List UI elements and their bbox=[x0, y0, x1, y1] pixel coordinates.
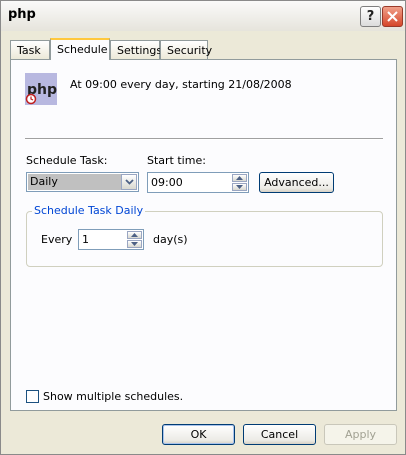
schedule-task-daily-group: Schedule Task Daily Every 1 day(s) bbox=[26, 204, 383, 267]
apply-button[interactable]: Apply bbox=[324, 424, 397, 445]
help-button[interactable]: ? bbox=[360, 6, 381, 27]
tab-settings[interactable]: Settings bbox=[110, 40, 162, 59]
cancel-button[interactable]: Cancel bbox=[243, 424, 316, 445]
tab-task[interactable]: Task bbox=[10, 40, 50, 59]
php-app-icon: php bbox=[25, 73, 57, 105]
schedule-task-select[interactable]: Daily bbox=[26, 172, 139, 192]
schedule-task-value: Daily bbox=[28, 174, 121, 190]
schedule-task-dropdown-button[interactable] bbox=[121, 174, 137, 190]
every-days-input[interactable]: 1 bbox=[78, 229, 144, 250]
schedule-task-label: Schedule Task: bbox=[26, 154, 108, 167]
start-time-value: 09:00 bbox=[151, 176, 183, 189]
every-days-value: 1 bbox=[82, 233, 89, 246]
close-button[interactable] bbox=[382, 6, 403, 27]
window-title: php bbox=[8, 7, 36, 22]
days-unit-label: day(s) bbox=[153, 233, 188, 246]
every-days-down-button[interactable] bbox=[127, 240, 142, 248]
every-days-spinner bbox=[127, 231, 142, 248]
every-label: Every bbox=[41, 233, 73, 246]
tab-security[interactable]: Security bbox=[160, 40, 212, 59]
show-multiple-schedules-checkbox[interactable] bbox=[26, 390, 39, 403]
show-multiple-schedules-label[interactable]: Show multiple schedules. bbox=[43, 390, 183, 403]
arrow-down-icon bbox=[131, 242, 138, 246]
start-time-spinner bbox=[232, 174, 247, 191]
start-time-label: Start time: bbox=[147, 154, 206, 167]
help-icon: ? bbox=[366, 9, 375, 24]
schedule-summary: At 09:00 every day, starting 21/08/2008 bbox=[70, 78, 292, 91]
tab-strip: Task Schedule Settings Security bbox=[10, 38, 400, 60]
arrow-up-icon bbox=[236, 176, 243, 180]
chevron-down-icon bbox=[124, 179, 134, 185]
ok-button[interactable]: OK bbox=[162, 424, 235, 445]
arrow-up-icon bbox=[131, 233, 138, 237]
title-bar: php ? bbox=[1, 1, 405, 31]
start-time-up-button[interactable] bbox=[232, 174, 247, 182]
close-icon bbox=[387, 11, 398, 22]
group-title: Schedule Task Daily bbox=[32, 204, 146, 217]
schedule-panel: php At 09:00 every day, starting 21/08/2… bbox=[10, 59, 397, 411]
divider bbox=[25, 138, 383, 140]
advanced-button[interactable]: Advanced... bbox=[259, 172, 334, 193]
start-time-input[interactable]: 09:00 bbox=[147, 172, 249, 193]
every-days-up-button[interactable] bbox=[127, 231, 142, 239]
tab-schedule[interactable]: Schedule bbox=[50, 38, 110, 60]
dialog-window: php ? Task Schedule Settings Security ph… bbox=[0, 0, 406, 455]
start-time-down-button[interactable] bbox=[232, 183, 247, 191]
arrow-down-icon bbox=[236, 185, 243, 189]
